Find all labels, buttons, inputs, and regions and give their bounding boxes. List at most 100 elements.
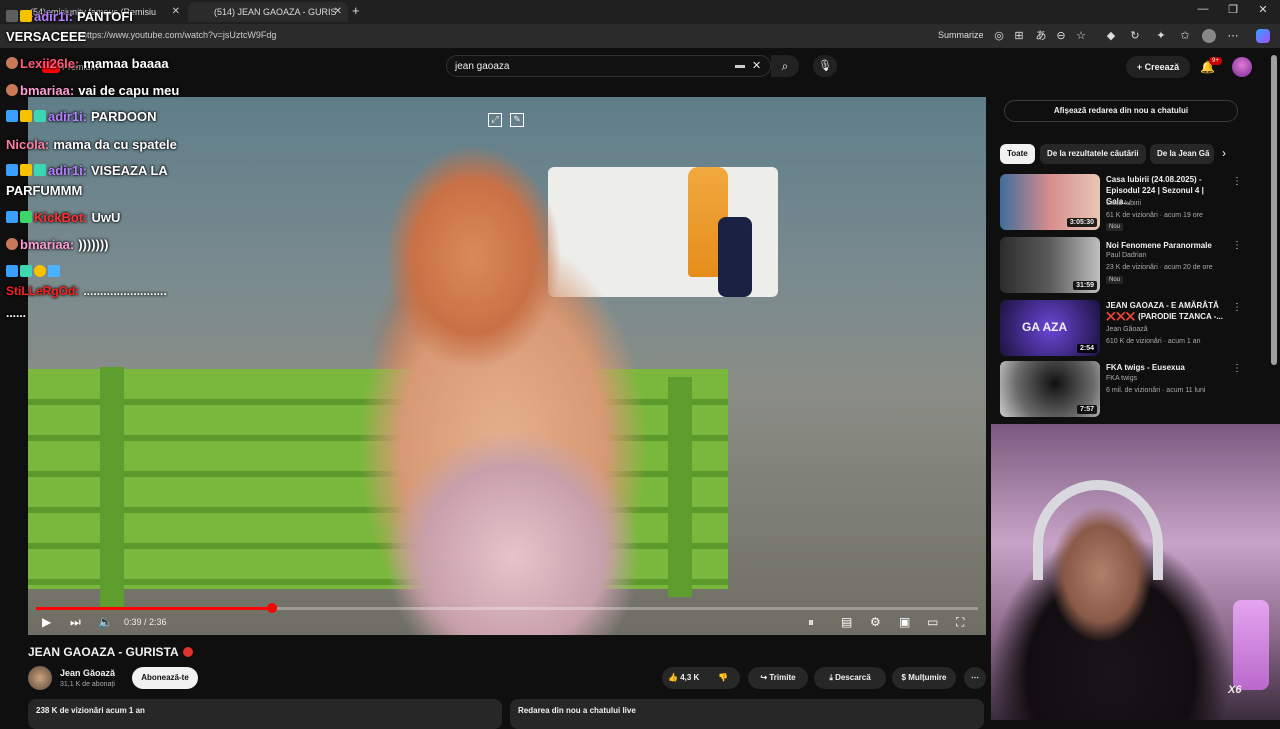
- autoplay-toggle-icon[interactable]: ⏸: [808, 615, 814, 630]
- crown-badge-icon: [20, 164, 32, 176]
- account-avatar[interactable]: [1232, 57, 1252, 77]
- channel-name[interactable]: Jean Găoază: [60, 668, 115, 678]
- reader-icon[interactable]: ◎: [992, 29, 1006, 43]
- close-tab-icon[interactable]: ✕: [334, 6, 342, 17]
- coin-badge-icon: [34, 265, 46, 277]
- chip-all[interactable]: Toate: [1000, 144, 1035, 164]
- copilot-icon[interactable]: [1256, 29, 1270, 43]
- close-tab-icon[interactable]: ✕: [172, 6, 180, 17]
- miniplayer-overlay-icon[interactable]: ⤢: [488, 113, 502, 127]
- dislike-icon[interactable]: 👎: [718, 667, 728, 689]
- volume-icon[interactable]: 🔈: [98, 615, 113, 629]
- recommendation-title[interactable]: FKA twigs - Eusexua: [1106, 362, 1230, 373]
- subscribe-button[interactable]: Abonează-te: [132, 667, 198, 689]
- recommendation-title[interactable]: Noi Fenomene Paranormale: [1106, 240, 1230, 251]
- emoji-badge-icon: [6, 84, 18, 96]
- video-title: JEAN GAOAZA - GURISTA: [28, 645, 193, 659]
- video-frame-bench-post: [100, 367, 124, 607]
- download-icon: ⤓: [829, 673, 833, 682]
- recommendation-thumbnail[interactable]: 31:59: [1000, 237, 1100, 293]
- new-tab-icon[interactable]: +: [352, 3, 360, 18]
- description-meta: 238 K de vizionări acum 1 an: [36, 706, 145, 715]
- create-button[interactable]: + Creează: [1126, 56, 1190, 78]
- chat-message: [6, 264, 62, 279]
- chat-message: KickBot: UwU: [6, 210, 120, 225]
- clear-search-icon[interactable]: ✕: [752, 59, 761, 72]
- chat-message: bmariaa:))))))): [6, 237, 109, 252]
- chat-message: Nicola: mama da cu spatele: [6, 137, 177, 152]
- zoom-icon[interactable]: ⊖: [1054, 29, 1068, 43]
- channel-avatar[interactable]: [28, 666, 52, 690]
- puzzle-icon[interactable]: ✦: [1154, 29, 1168, 43]
- gem-badge-icon: [48, 265, 60, 277]
- thanks-button[interactable]: $ Mulțumire: [892, 667, 956, 689]
- chat-message: StiLLeRgOd:.........................: [6, 284, 167, 298]
- page-scrollbar[interactable]: [1271, 55, 1277, 365]
- chat-message: adir1i: VISEAZA LA: [6, 163, 168, 178]
- crown-badge-icon: [20, 10, 32, 22]
- maximize-icon[interactable]: ❐: [1218, 3, 1248, 16]
- chat-message: ......: [6, 306, 27, 320]
- show-chat-replay-button[interactable]: Afișează redarea din nou a chatului: [1004, 100, 1238, 122]
- chat-message: Lexii26le: mamaa baaaa: [6, 56, 169, 71]
- thanks-icon: $: [901, 673, 906, 682]
- summarize-button[interactable]: Summarize: [938, 30, 984, 40]
- sword-badge-icon: [6, 164, 18, 176]
- download-button[interactable]: ⤓ Descarcă: [814, 667, 886, 689]
- profile-icon[interactable]: [1202, 29, 1216, 43]
- live-chat-replay-label: Redarea din nou a chatului live: [518, 706, 636, 715]
- video-player[interactable]: ⤢ ✎: [28, 97, 986, 635]
- recommendation-channel[interactable]: Casa Iubirii: [1106, 200, 1141, 207]
- recommendation-thumbnail[interactable]: GA AZA 2:54: [1000, 300, 1100, 356]
- more-options-icon[interactable]: ⋮: [1232, 176, 1242, 187]
- more-options-icon[interactable]: ⋮: [1232, 363, 1242, 374]
- channel-subscribers: 31,1 K de abonați: [60, 681, 115, 688]
- fullscreen-icon[interactable]: ⛶: [956, 615, 964, 630]
- recommendation-channel[interactable]: Jean Găoază: [1106, 326, 1148, 333]
- chip-search-results[interactable]: De la rezultatele căutării: [1040, 144, 1146, 164]
- favorite-icon[interactable]: ☆: [1074, 29, 1088, 43]
- sub-badge-icon: [20, 265, 32, 277]
- microphone-icon[interactable]: 🎙: [813, 55, 837, 77]
- apps-icon[interactable]: ⊞: [1012, 29, 1026, 43]
- progress-bar-handle[interactable]: [267, 603, 277, 613]
- more-options-icon[interactable]: ⋮: [1232, 240, 1242, 251]
- next-icon[interactable]: ⏭: [70, 615, 81, 630]
- settings-icon[interactable]: ⚙: [870, 615, 881, 629]
- extension-icon[interactable]: ◆: [1104, 29, 1118, 43]
- subtitles-icon[interactable]: ▤: [841, 615, 852, 629]
- more-icon[interactable]: ⋯: [1226, 29, 1240, 43]
- video-frame-bottle: [718, 217, 752, 297]
- sub-badge-icon: [34, 110, 46, 122]
- recommendation-channel[interactable]: Paul Dadrian: [1106, 252, 1146, 259]
- share-button[interactable]: ↪ Trimite: [748, 667, 808, 689]
- minimize-icon[interactable]: —: [1188, 3, 1218, 15]
- recommendation-thumbnail[interactable]: 3:05:30: [1000, 174, 1100, 230]
- search-input[interactable]: jean gaoaza ▬ ✕: [446, 55, 771, 77]
- close-window-icon[interactable]: ✕: [1248, 3, 1278, 16]
- edit-overlay-icon[interactable]: ✎: [510, 113, 524, 127]
- translate-icon[interactable]: あ: [1034, 29, 1048, 43]
- favorites-bar-icon[interactable]: ✩: [1178, 29, 1192, 43]
- emoji-badge-icon: [6, 57, 18, 69]
- progress-bar-fill: [36, 607, 272, 610]
- play-icon[interactable]: ▶: [42, 615, 51, 629]
- like-button[interactable]: 👍 4,3 K 👎: [662, 667, 740, 689]
- theater-mode-icon[interactable]: ▭: [927, 615, 938, 629]
- miniplayer-icon[interactable]: ▣: [899, 615, 910, 629]
- recommendation-channel[interactable]: FKA twigs: [1106, 375, 1137, 382]
- browser-tab-2[interactable]: (514) JEAN GAOAZA - GURIS ✕: [188, 2, 348, 22]
- sword-badge-icon: [6, 211, 18, 223]
- url-field[interactable]: https://www.youtube.com/watch?v=jsUztcW9…: [82, 30, 276, 40]
- more-options-icon[interactable]: ⋮: [1232, 302, 1242, 313]
- recommendation-thumbnail[interactable]: 7:57: [1000, 361, 1100, 417]
- share-icon: ↪: [760, 673, 768, 682]
- chip-channel[interactable]: De la Jean Gă: [1150, 144, 1214, 164]
- keyboard-icon[interactable]: ▬: [735, 60, 745, 71]
- refresh-icon[interactable]: ↻: [1128, 29, 1142, 43]
- recommendation-title[interactable]: JEAN GAOAZA - E AMĂRÂTĂ ❌❌❌ (PARODIE TZA…: [1106, 300, 1230, 322]
- more-actions-icon[interactable]: ⋯: [964, 667, 986, 689]
- chevron-right-icon[interactable]: ›: [1222, 146, 1226, 160]
- search-icon[interactable]: ⌕: [771, 55, 799, 77]
- sub-badge-icon: [34, 164, 46, 176]
